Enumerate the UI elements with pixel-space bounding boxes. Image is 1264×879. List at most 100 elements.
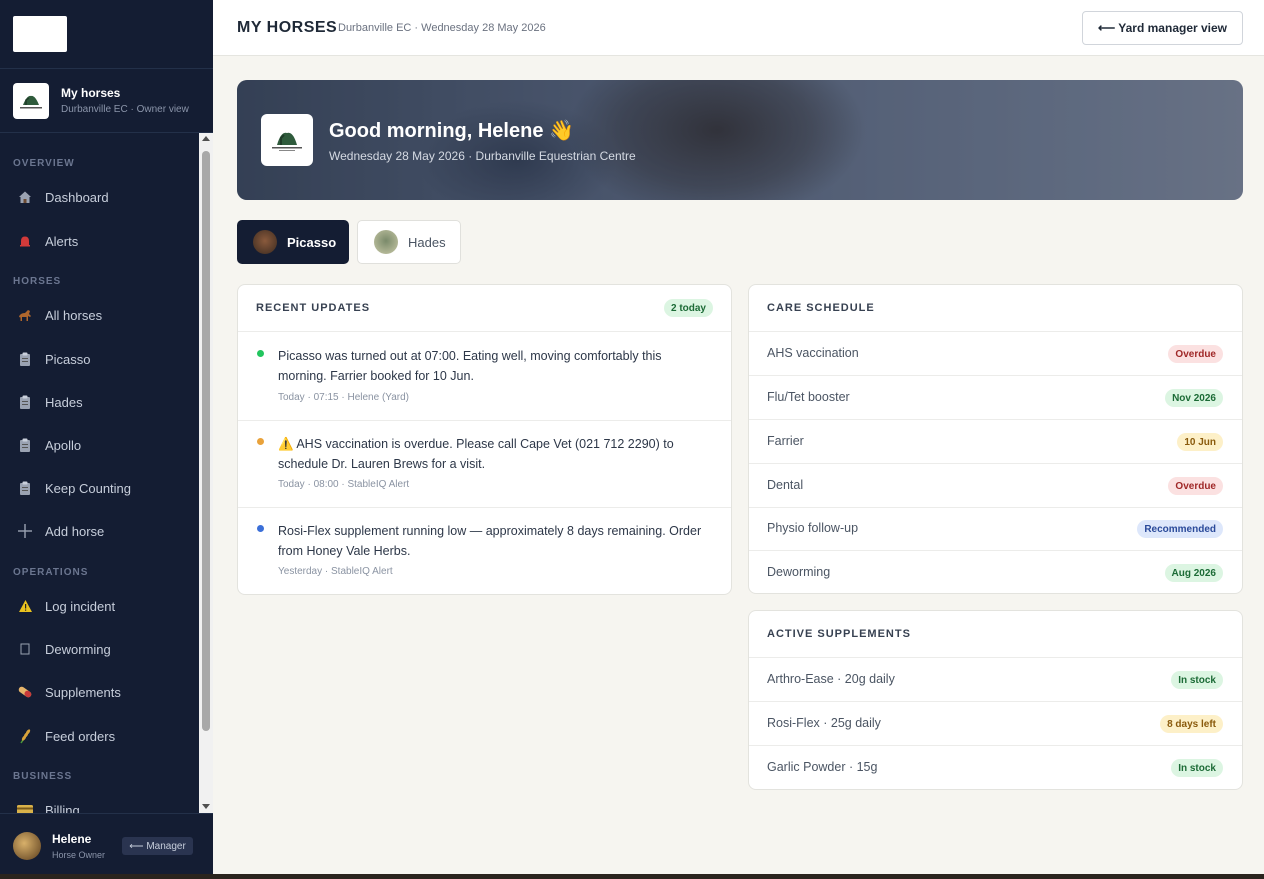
sidebar-item-label: Hades [45,394,83,410]
sidebar-item-all-horses[interactable]: All horses [0,297,199,333]
sidebar-item-picasso[interactable]: Picasso [0,341,199,377]
care-item-label: Dental [767,478,804,492]
horse-avatar [374,230,398,254]
horse-tab-label: Picasso [287,234,337,250]
sidebar-nav: OVERVIEW Dashboard Alerts HORSES All hor… [0,133,213,813]
wheat-icon [15,726,35,746]
app-logo[interactable] [13,16,67,52]
plus-icon [15,521,35,541]
house-icon [15,187,35,207]
scroll-up-arrow-icon[interactable] [202,136,210,141]
care-row[interactable]: Flu/Tet booster Nov 2026 [749,376,1242,420]
card-title: ACTIVE SUPPLEMENTS [767,628,911,640]
care-row[interactable]: AHS vaccination Overdue [749,332,1242,376]
sidebar-item-billing[interactable]: Billing [0,792,199,813]
supplement-row[interactable]: Arthro-Ease · 20g daily In stock [749,658,1242,702]
horse-tab-hades[interactable]: Hades [357,220,461,264]
care-row[interactable]: Physio follow-up Recommended [749,507,1242,551]
supplement-row[interactable]: Rosi-Flex · 25g daily 8 days left [749,702,1242,746]
greeting-heading: Good morning, Helene 👋 [329,120,574,142]
update-meta: Today · 07:15 · Helene (Yard) [278,392,409,403]
status-badge: Nov 2026 [1165,389,1223,407]
update-item[interactable]: ⚠️ AHS vaccination is overdue. Please ca… [238,421,731,508]
greeting-date-line: Wednesday 28 May 2026 · Durbanville Eque… [329,149,636,163]
care-row[interactable]: Farrier 10 Jun [749,420,1242,464]
update-item[interactable]: Picasso was turned out at 07:00. Eating … [238,333,731,421]
yard-logo-avatar [13,83,49,119]
sidebar-item-label: Feed orders [45,728,116,744]
clipboard-icon [15,435,35,455]
supplement-label: Rosi-Flex · 25g daily [767,716,881,730]
sidebar-item-deworming[interactable]: Deworming [0,631,199,667]
stock-badge: In stock [1171,671,1223,689]
section-label-horses: HORSES [13,276,62,287]
card-title: RECENT UPDATES [256,302,371,314]
sidebar-item-hades[interactable]: Hades [0,384,199,420]
status-dot [257,525,264,532]
user-role: Horse Owner [52,850,106,860]
warning-icon [15,596,35,616]
status-badge: Recommended [1137,520,1223,538]
update-item[interactable]: Rosi-Flex supplement running low — appro… [238,508,731,594]
status-badge: 10 Jun [1177,433,1223,451]
user-avatar[interactable] [13,832,41,860]
sidebar-item-dashboard[interactable]: Dashboard [0,179,199,215]
horse-avatar [253,230,277,254]
sidebar-item-label: Billing [45,802,80,814]
page-title: MY HORSES [237,19,338,36]
recent-updates-card: RECENT UPDATES 2 today Picasso was turne… [237,284,732,595]
sidebar-item-label: All horses [45,307,103,323]
supplement-row[interactable]: Garlic Powder · 15g In stock [749,746,1242,789]
sidebar-item-add-horse[interactable]: Add horse [0,513,199,549]
sidebar-item-label: Apollo [45,437,82,453]
top-header: MY HORSES Durbanville EC · Wednesday 28 … [213,0,1264,56]
horse-tab-picasso[interactable]: Picasso [237,220,349,264]
supplement-label: Arthro-Ease · 20g daily [767,672,895,686]
status-badge: Aug 2026 [1164,564,1223,582]
care-item-label: Flu/Tet booster [767,390,850,404]
sidebar-item-label: Deworming [45,641,111,657]
clipboard-icon [15,478,35,498]
profile-name: My horses [61,86,121,100]
clipboard-icon [15,392,35,412]
status-badge: Overdue [1168,477,1223,495]
bell-icon [15,231,35,251]
switch-to-manager-button[interactable]: ⟵ Manager [122,837,193,855]
sidebar-item-label: Add horse [45,523,105,539]
sidebar-item-supplements[interactable]: Supplements [0,674,199,710]
supplement-label: Garlic Powder · 15g [767,760,878,774]
section-label-overview: OVERVIEW [13,158,75,169]
stock-badge: In stock [1171,759,1223,777]
window-bottom-edge [0,874,1264,879]
user-panel: Helene Horse Owner ⟵ Manager [0,813,213,879]
clipboard-icon [15,349,35,369]
update-meta: Yesterday · StableIQ Alert [278,566,393,577]
profile-subtitle: Durbanville EC · Owner view [61,104,189,115]
scrollbar-thumb[interactable] [202,151,210,731]
status-dot [257,350,264,357]
care-row[interactable]: Dental Overdue [749,464,1242,508]
care-row[interactable]: Deworming Aug 2026 [749,551,1242,593]
sidebar-item-apollo[interactable]: Apollo [0,427,199,463]
pill-icon [15,682,35,702]
sidebar-item-alerts[interactable]: Alerts [0,223,199,259]
sidebar-scrollbar[interactable] [199,133,213,813]
update-text: ⚠️ AHS vaccination is overdue. Please ca… [278,437,674,471]
yard-manager-view-button[interactable]: ⟵ Yard manager view [1082,11,1243,45]
sidebar-item-label: Supplements [45,684,121,700]
updates-count-badge: 2 today [663,299,713,317]
care-schedule-card: CARE SCHEDULE AHS vaccination Overdue Fl… [748,284,1243,594]
sidebar-item-keep-counting[interactable]: Keep Counting [0,470,199,506]
square-icon [15,639,35,659]
sidebar-item-label: Picasso [45,351,91,367]
section-label-operations: OPERATIONS [13,567,89,578]
welcome-banner: Good morning, Helene 👋 Wednesday 28 May … [237,80,1243,200]
owner-profile[interactable]: My horses Durbanville EC · Owner view [0,69,213,133]
sidebar-item-feed-orders[interactable]: Feed orders [0,718,199,754]
sidebar-item-log-incident[interactable]: Log incident [0,588,199,624]
care-item-label: Physio follow-up [767,521,859,535]
card-title: CARE SCHEDULE [767,302,875,314]
scroll-down-arrow-icon[interactable] [202,804,210,809]
sidebar-item-label: Keep Counting [45,480,132,496]
stock-badge: 8 days left [1160,715,1223,733]
